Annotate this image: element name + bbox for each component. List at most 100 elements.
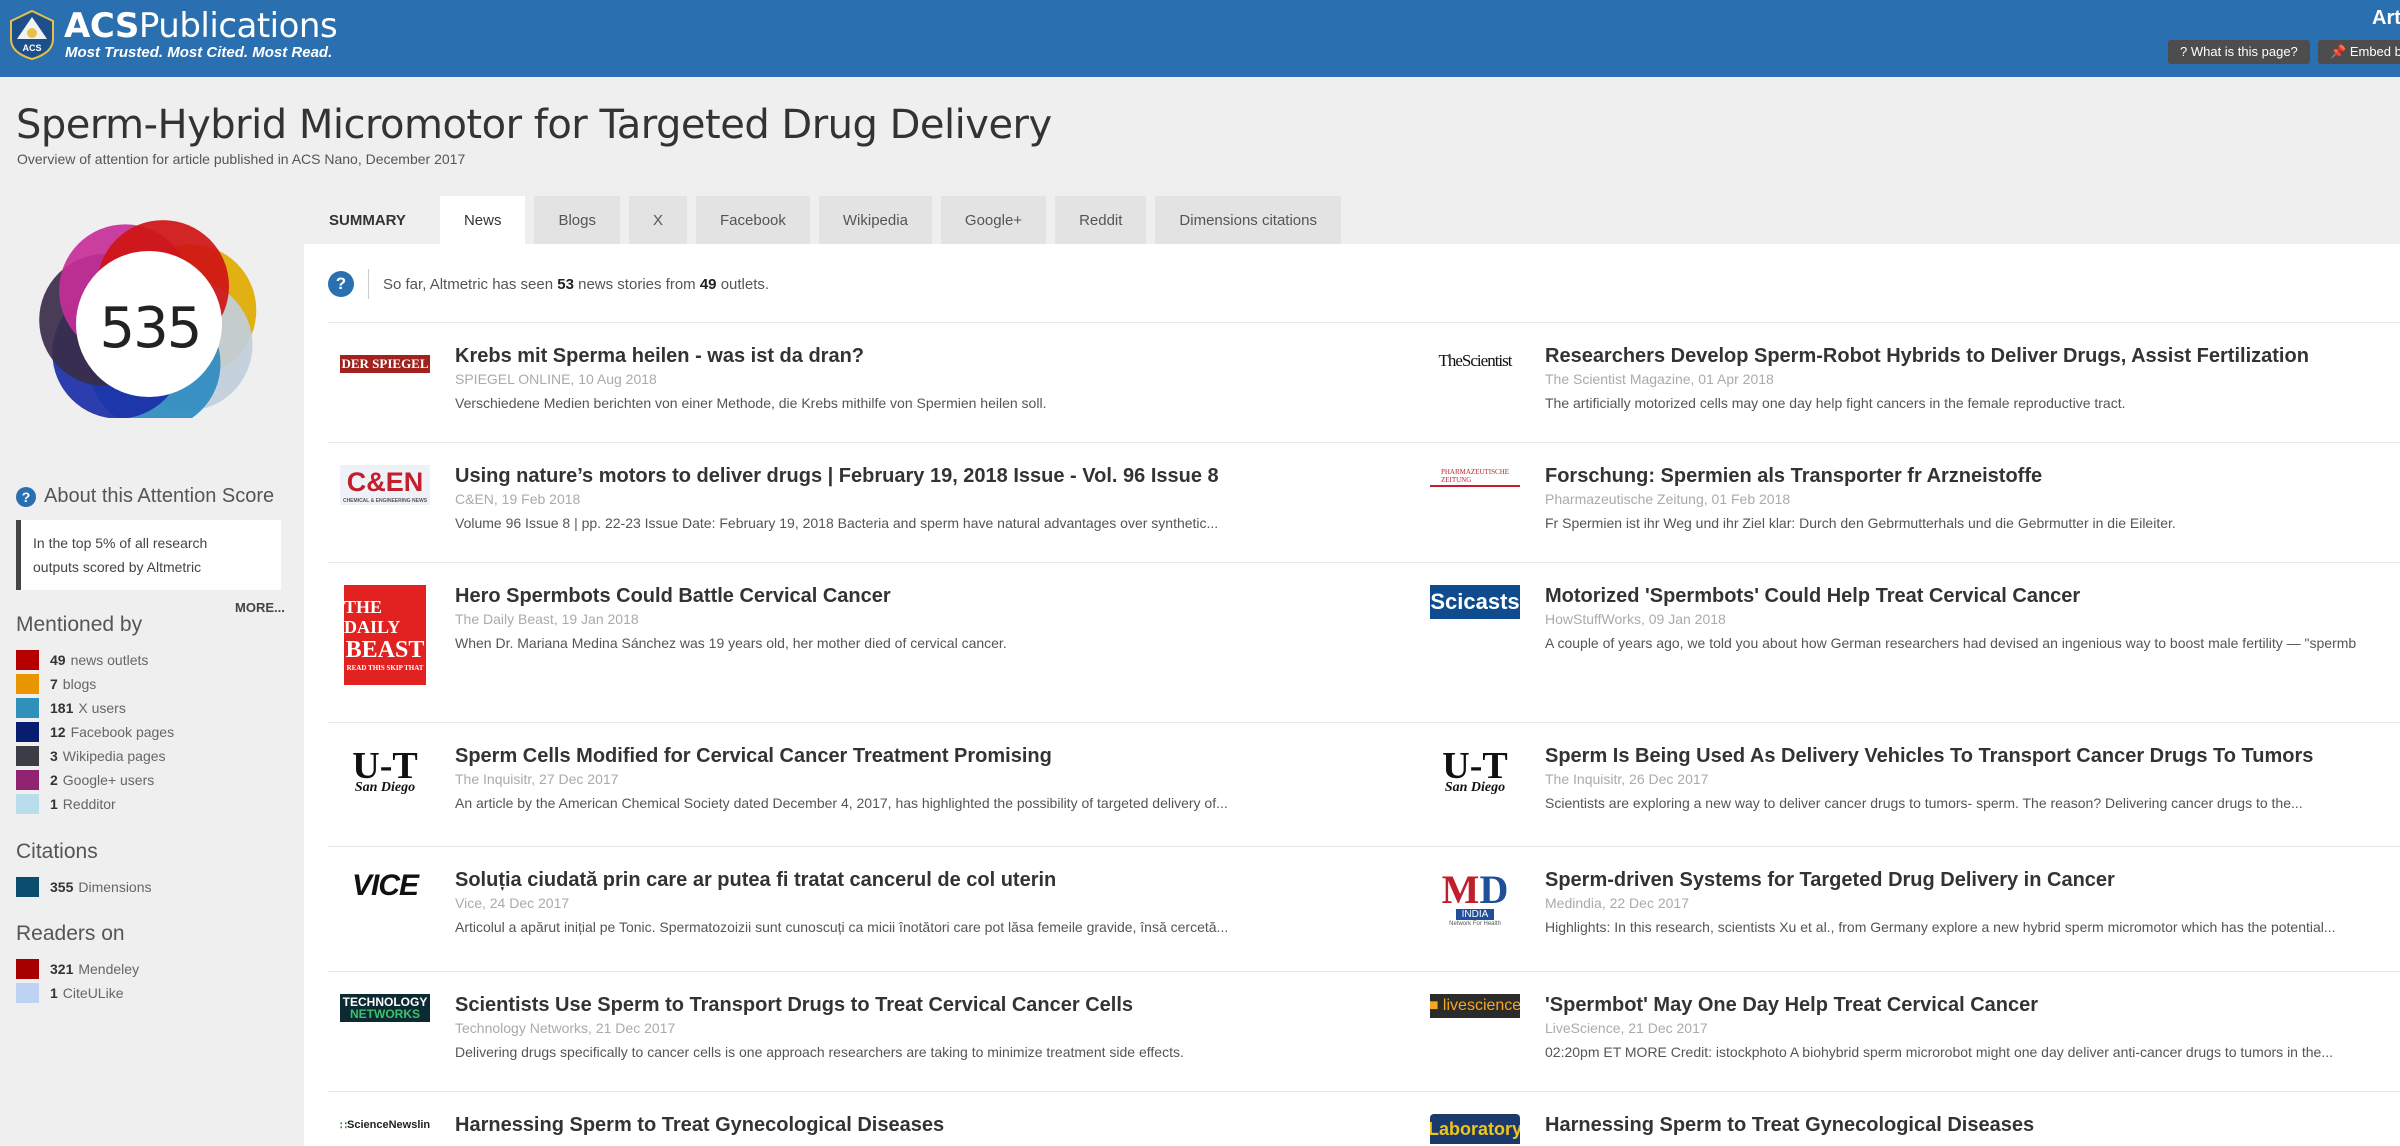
mentioned-by-swatch: [16, 770, 39, 790]
mentioned-by-item[interactable]: 49 news outlets: [16, 648, 174, 672]
news-story-meta: Pharmazeutische Zeitung, 01 Feb 2018: [1545, 491, 1791, 507]
mentioned-by-item[interactable]: 1 Redditor: [16, 792, 174, 816]
news-story-title[interactable]: Sperm Is Being Used As Delivery Vehicles…: [1545, 745, 2313, 768]
mentioned-by-item[interactable]: 7 blogs: [16, 672, 174, 696]
news-story-title[interactable]: Motorized 'Spermbots' Could Help Treat C…: [1545, 585, 2080, 608]
outlet-logo[interactable]: VICE: [340, 869, 432, 903]
mentioned-by-item[interactable]: 181 X users: [16, 696, 174, 720]
more-link[interactable]: MORE...: [235, 600, 285, 615]
outlet-logo[interactable]: Scicasts: [1430, 585, 1522, 619]
help-icon[interactable]: ?: [16, 486, 36, 507]
mentioned-by-label: Facebook pages: [70, 724, 175, 740]
about-score-heading-text: About this Attention Score: [44, 485, 275, 507]
outlet-logo-part: TheScientist: [1438, 351, 1513, 370]
outlet-logo-part: DER SPIEGEL: [340, 355, 430, 373]
mentioned-by-count: 1: [50, 796, 58, 812]
outlet-logo[interactable]: Laboratory: [1430, 1114, 1522, 1144]
mentioned-by-label: X users: [78, 700, 126, 716]
news-story-snippet: 02:20pm ET MORE Credit: istockphoto A bi…: [1545, 1044, 2333, 1060]
news-story-title[interactable]: Hero Spermbots Could Battle Cervical Can…: [455, 585, 891, 608]
tab-facebook[interactable]: Facebook: [696, 196, 810, 244]
outlet-logo[interactable]: MD INDIA Network For Health: [1430, 869, 1522, 929]
readers-label: CiteULike: [62, 985, 124, 1001]
outlet-logo-part: TECHNOLOGY NETWORKS: [340, 994, 430, 1022]
news-story-title[interactable]: Harnessing Sperm to Treat Gynecological …: [1545, 1114, 2034, 1137]
outlet-logo[interactable]: THE DAILY BEAST READ THIS SKIP THAT: [340, 585, 432, 685]
mentioned-by-swatch: [16, 794, 39, 814]
news-story-title[interactable]: Using nature’s motors to deliver drugs |…: [455, 465, 1219, 488]
about-score-heading[interactable]: ? About this Attention Score: [16, 485, 274, 508]
row-divider: [328, 562, 2400, 563]
citations-item[interactable]: 355 Dimensions: [16, 875, 152, 899]
mentioned-by-swatch: [16, 674, 39, 694]
tab-summary[interactable]: SUMMARY: [304, 196, 431, 244]
outlet-logo[interactable]: C&EN CHEMICAL & ENGINEERING NEWS: [340, 465, 432, 505]
mentioned-by-swatch: [16, 698, 39, 718]
tab-reddit[interactable]: Reddit: [1055, 196, 1147, 244]
outlet-logo-part: Network For Health: [1449, 920, 1501, 927]
tab-x[interactable]: X: [629, 196, 688, 244]
news-story-title[interactable]: Scientists Use Sperm to Transport Drugs …: [455, 994, 1133, 1017]
page-title: Sperm-Hybrid Micromotor for Targeted Dru…: [16, 102, 1052, 148]
outlet-logo-part: MD: [1442, 869, 1509, 912]
readers-count: 1: [50, 985, 58, 1001]
readers-heading: Readers on: [16, 922, 125, 945]
mentioned-by-label: blogs: [62, 676, 97, 692]
outlet-logo-part: THE DAILY: [344, 597, 401, 637]
outlet-logo-part: ■ livescience: [1430, 994, 1520, 1018]
news-story-title[interactable]: Harnessing Sperm to Treat Gynecological …: [455, 1114, 944, 1137]
readers-item[interactable]: 321 Mendeley: [16, 957, 139, 981]
intro-divider: [368, 269, 369, 299]
news-story-snippet: The artificially motorized cells may one…: [1545, 395, 2126, 411]
outlet-logo[interactable]: U-T San Diego: [1430, 745, 1522, 801]
readers-list: 321 Mendeley 1 CiteULike: [16, 957, 139, 1005]
outlet-logo[interactable]: PHARMAZEUTISCHE ZEITUNG: [1430, 465, 1522, 487]
mentioned-by-swatch: [16, 650, 39, 670]
news-panel: ? So far, Altmetric has seen 53 news sto…: [304, 244, 2400, 1146]
news-story-meta: The Daily Beast, 19 Jan 2018: [455, 611, 639, 627]
outlet-logo-part: San Diego: [1444, 780, 1506, 795]
brand-name[interactable]: ACSPublications: [64, 6, 338, 46]
outlet-logo-part: D: [1479, 869, 1509, 912]
outlet-logo[interactable]: ■ livescience: [1430, 994, 1522, 1018]
news-story-title[interactable]: 'Spermbot' May One Day Help Treat Cervic…: [1545, 994, 2038, 1017]
what-is-this-page-button[interactable]: ? What is this page?: [2168, 40, 2310, 64]
readers-count: 321: [50, 961, 74, 977]
outlet-logo[interactable]: TECHNOLOGY NETWORKS: [340, 994, 432, 1022]
outlet-logo[interactable]: U-T San Diego: [340, 745, 432, 801]
outlet-logo-part: INDIA: [1455, 908, 1495, 920]
news-story-meta: LiveScience, 21 Dec 2017: [1545, 1020, 1708, 1036]
citations-swatch: [16, 877, 39, 897]
news-story-title[interactable]: Researchers Develop Sperm-Robot Hybrids …: [1545, 345, 2309, 368]
news-story-meta: C&EN, 19 Feb 2018: [455, 491, 581, 507]
tab-blogs[interactable]: Blogs: [534, 196, 620, 244]
mentioned-by-item[interactable]: 2 Google+ users: [16, 768, 174, 792]
news-story-title[interactable]: Soluția ciudată prin care ar putea fi tr…: [455, 869, 1056, 892]
outlet-logo[interactable]: DER SPIEGEL: [340, 345, 432, 373]
news-story-title[interactable]: Forschung: Spermien als Transporter fr A…: [1545, 465, 2042, 488]
mentioned-by-heading: Mentioned by: [16, 613, 143, 636]
tab-news[interactable]: News: [439, 196, 526, 244]
news-story-title[interactable]: Sperm Cells Modified for Cervical Cancer…: [455, 745, 1052, 768]
help-icon[interactable]: ?: [328, 271, 354, 297]
news-story-title[interactable]: Krebs mit Sperma heilen - was ist da dra…: [455, 345, 864, 368]
mentioned-by-item[interactable]: 12 Facebook pages: [16, 720, 174, 744]
attention-score: 535: [99, 296, 203, 361]
outlet-logo[interactable]: ∷ ScienceNewsline: [340, 1114, 432, 1136]
news-story-meta: SPIEGEL ONLINE, 10 Aug 2018: [455, 371, 657, 387]
readers-item[interactable]: 1 CiteULike: [16, 981, 139, 1005]
tab-google-plus[interactable]: Google+: [940, 196, 1047, 244]
mentioned-by-count: 12: [50, 724, 66, 740]
news-story-title[interactable]: Sperm-driven Systems for Targeted Drug D…: [1545, 869, 2115, 892]
tab-dimensions-citations[interactable]: Dimensions citations: [1155, 196, 1341, 244]
news-story-snippet: An article by the American Chemical Soci…: [455, 795, 1228, 811]
outlet-logo[interactable]: TheScientist: [1430, 345, 1522, 373]
svg-text:ACS: ACS: [22, 43, 41, 53]
outlet-logo-part: C&EN CHEMICAL & ENGINEERING NEWS: [340, 465, 430, 505]
embed-badge-button[interactable]: 📌 Embed ba: [2318, 40, 2400, 64]
mentioned-by-list: 49 news outlets 7 blogs 181 X users 12 Facebook…: [16, 648, 174, 816]
tab-wikipedia[interactable]: Wikipedia: [818, 196, 932, 244]
outlet-logo-part: ∷: [340, 1119, 347, 1132]
acs-seal-logo[interactable]: ACS: [7, 9, 57, 61]
mentioned-by-item[interactable]: 3 Wikipedia pages: [16, 744, 174, 768]
